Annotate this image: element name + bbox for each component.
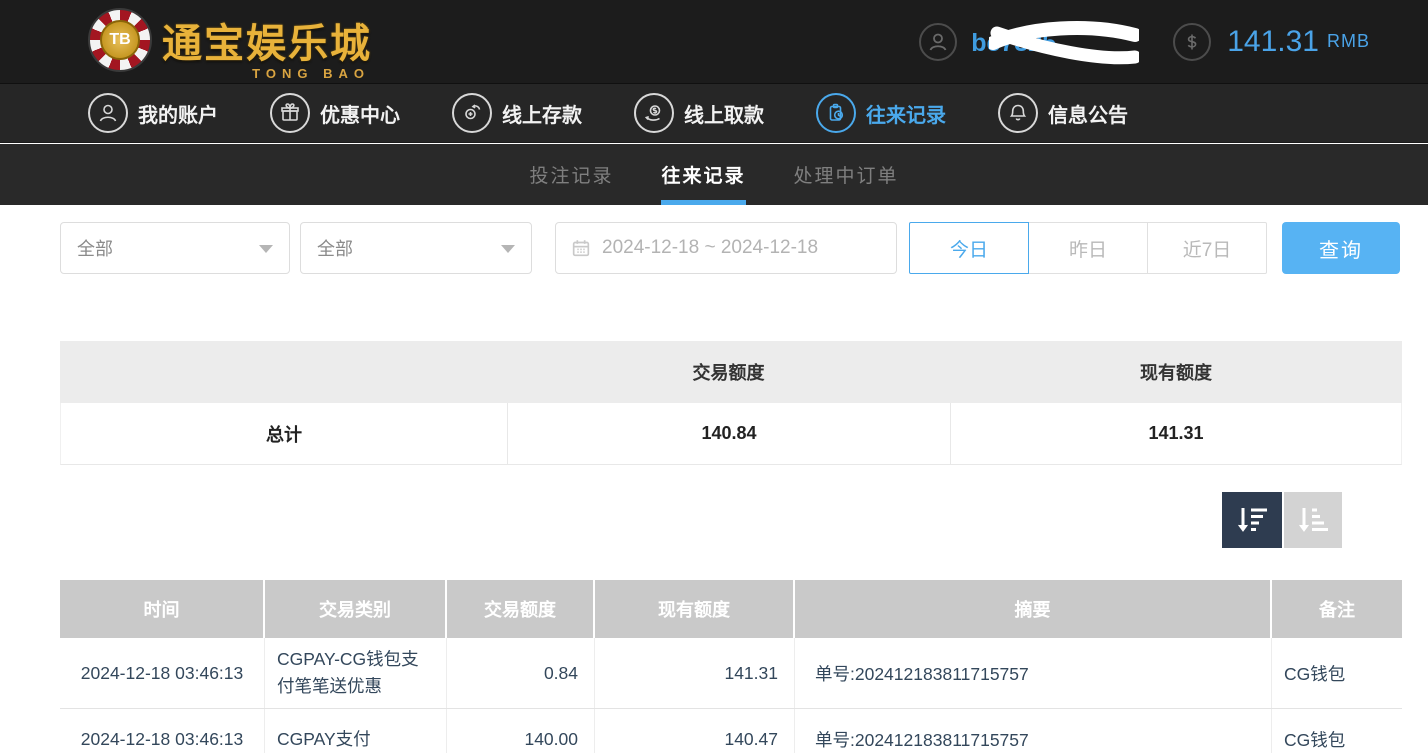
last-7-days-button[interactable]: 近7日 [1148, 222, 1267, 274]
nav-item-announcements[interactable]: 信息公告 [998, 93, 1128, 133]
table-row: 2024-12-18 03:46:13 CGPAY-CG钱包支付笔笔送优惠 0.… [60, 638, 1402, 709]
summary-header-transaction: 交易额度 [507, 341, 950, 403]
cell-summary: 单号:202412183811715757 [795, 709, 1272, 753]
tab-processing-orders[interactable]: 处理中订单 [794, 144, 899, 205]
record-tabs: 投注记录 往来记录 处理中订单 [0, 144, 1428, 205]
filter-bar: 全部 全部 2024-12-18 ~ 2024-12-18 今日 昨日 近7日 [60, 222, 1402, 274]
cell-balance: 141.31 [595, 638, 795, 708]
nav-item-my-account[interactable]: 我的账户 [88, 93, 218, 133]
sort-descending-button[interactable] [1222, 492, 1282, 548]
col-header-balance: 现有额度 [595, 580, 795, 638]
cell-type: CGPAY支付 [265, 709, 447, 753]
sort-controls [1222, 492, 1342, 548]
nav-item-promotions[interactable]: 优惠中心 [270, 93, 400, 133]
summary-total-row: 总计 140.84 141.31 [60, 403, 1402, 465]
chip-tb-monogram: TB [100, 20, 140, 60]
poker-chip-icon: TB [88, 8, 152, 72]
cell-amount: 0.84 [447, 638, 595, 708]
nav-label: 我的账户 [138, 99, 218, 128]
dollar-coin-icon [1173, 23, 1211, 61]
col-header-note: 备注 [1272, 580, 1402, 638]
content-area: 全部 全部 2024-12-18 ~ 2024-12-18 今日 昨日 近7日 [0, 205, 1428, 753]
gift-icon [270, 93, 310, 133]
type-dropdown-value: 全部 [77, 235, 113, 261]
nav-label: 线上存款 [502, 99, 582, 128]
cell-note: CG钱包 [1272, 709, 1402, 753]
yesterday-button[interactable]: 昨日 [1029, 222, 1148, 274]
page: TB 通宝娱乐城 TONG BAO bc7325 [0, 0, 1428, 753]
cell-time: 2024-12-18 03:46:13 [60, 709, 265, 753]
nav-label: 优惠中心 [320, 99, 400, 128]
date-range-input[interactable]: 2024-12-18 ~ 2024-12-18 [555, 222, 897, 274]
summary-table: 交易额度 现有额度 总计 140.84 141.31 [60, 341, 1402, 465]
summary-header-balance: 现有额度 [950, 341, 1402, 403]
quick-date-buttons: 今日 昨日 近7日 [909, 222, 1267, 274]
sort-descending-icon [1234, 504, 1270, 536]
logo-subtitle: TONG BAO [252, 66, 370, 81]
logo-text: 通宝娱乐城 TONG BAO [162, 11, 372, 69]
category-dropdown[interactable]: 全部 [300, 222, 532, 274]
balance-amount: 141.31 [1227, 25, 1319, 59]
summary-header-row: 交易额度 现有额度 [60, 341, 1402, 403]
chevron-down-icon [501, 245, 515, 253]
withdraw-icon [634, 93, 674, 133]
nav-label: 往来记录 [866, 99, 946, 128]
nav-item-deposit[interactable]: 线上存款 [452, 93, 582, 133]
table-row: 2024-12-18 03:46:13 CGPAY支付 140.00 140.4… [60, 709, 1402, 753]
cell-time: 2024-12-18 03:46:13 [60, 638, 265, 708]
balance-display[interactable]: 141.31 RMB [1173, 23, 1370, 61]
site-logo[interactable]: TB 通宝娱乐城 TONG BAO [88, 8, 372, 72]
col-header-time: 时间 [60, 580, 265, 638]
main-navigation: 我的账户 优惠中心 线上存款 线上取款 往来记录 [0, 83, 1428, 143]
summary-header-empty [60, 341, 507, 403]
col-header-amount: 交易额度 [447, 580, 595, 638]
balance-currency: RMB [1327, 31, 1370, 52]
date-range-value: 2024-12-18 ~ 2024-12-18 [602, 237, 818, 259]
transactions-table: 时间 交易类别 交易额度 现有额度 摘要 备注 2024-12-18 03:46… [60, 580, 1402, 753]
col-header-type: 交易类别 [265, 580, 447, 638]
calendar-icon [570, 237, 592, 259]
tab-betting-records[interactable]: 投注记录 [529, 144, 613, 205]
sort-ascending-button[interactable] [1284, 492, 1342, 548]
top-header-bar: TB 通宝娱乐城 TONG BAO bc7325 [0, 0, 1428, 83]
cell-summary: 单号:202412183811715757 [795, 638, 1272, 708]
records-icon [816, 93, 856, 133]
category-dropdown-value: 全部 [317, 235, 353, 261]
search-button[interactable]: 查询 [1282, 222, 1400, 274]
user-avatar-icon[interactable] [919, 23, 957, 61]
nav-item-records[interactable]: 往来记录 [816, 93, 946, 133]
nav-label: 信息公告 [1048, 99, 1128, 128]
summary-transaction-total: 140.84 [507, 403, 950, 465]
username-redacted[interactable]: bc7325 [971, 19, 1121, 65]
chevron-down-icon [259, 245, 273, 253]
user-icon [88, 93, 128, 133]
nav-item-withdraw[interactable]: 线上取款 [634, 93, 764, 133]
summary-balance-total: 141.31 [950, 403, 1402, 465]
cell-note: CG钱包 [1272, 638, 1402, 708]
type-dropdown[interactable]: 全部 [60, 222, 290, 274]
cell-type: CGPAY-CG钱包支付笔笔送优惠 [265, 638, 447, 708]
redaction-scribble [989, 19, 1139, 67]
deposit-icon [452, 93, 492, 133]
logo-title: 通宝娱乐城 [162, 11, 372, 69]
bell-icon [998, 93, 1038, 133]
nav-label: 线上取款 [684, 99, 764, 128]
cell-balance: 140.47 [595, 709, 795, 753]
tab-transaction-records[interactable]: 往来记录 [661, 144, 745, 205]
topbar-right: bc7325 141.31 RMB [919, 0, 1370, 83]
sort-ascending-icon [1295, 504, 1331, 536]
table-header-row: 时间 交易类别 交易额度 现有额度 摘要 备注 [60, 580, 1402, 638]
col-header-summary: 摘要 [795, 580, 1272, 638]
summary-total-label: 总计 [60, 403, 507, 465]
cell-amount: 140.00 [447, 709, 595, 753]
today-button[interactable]: 今日 [909, 222, 1029, 274]
